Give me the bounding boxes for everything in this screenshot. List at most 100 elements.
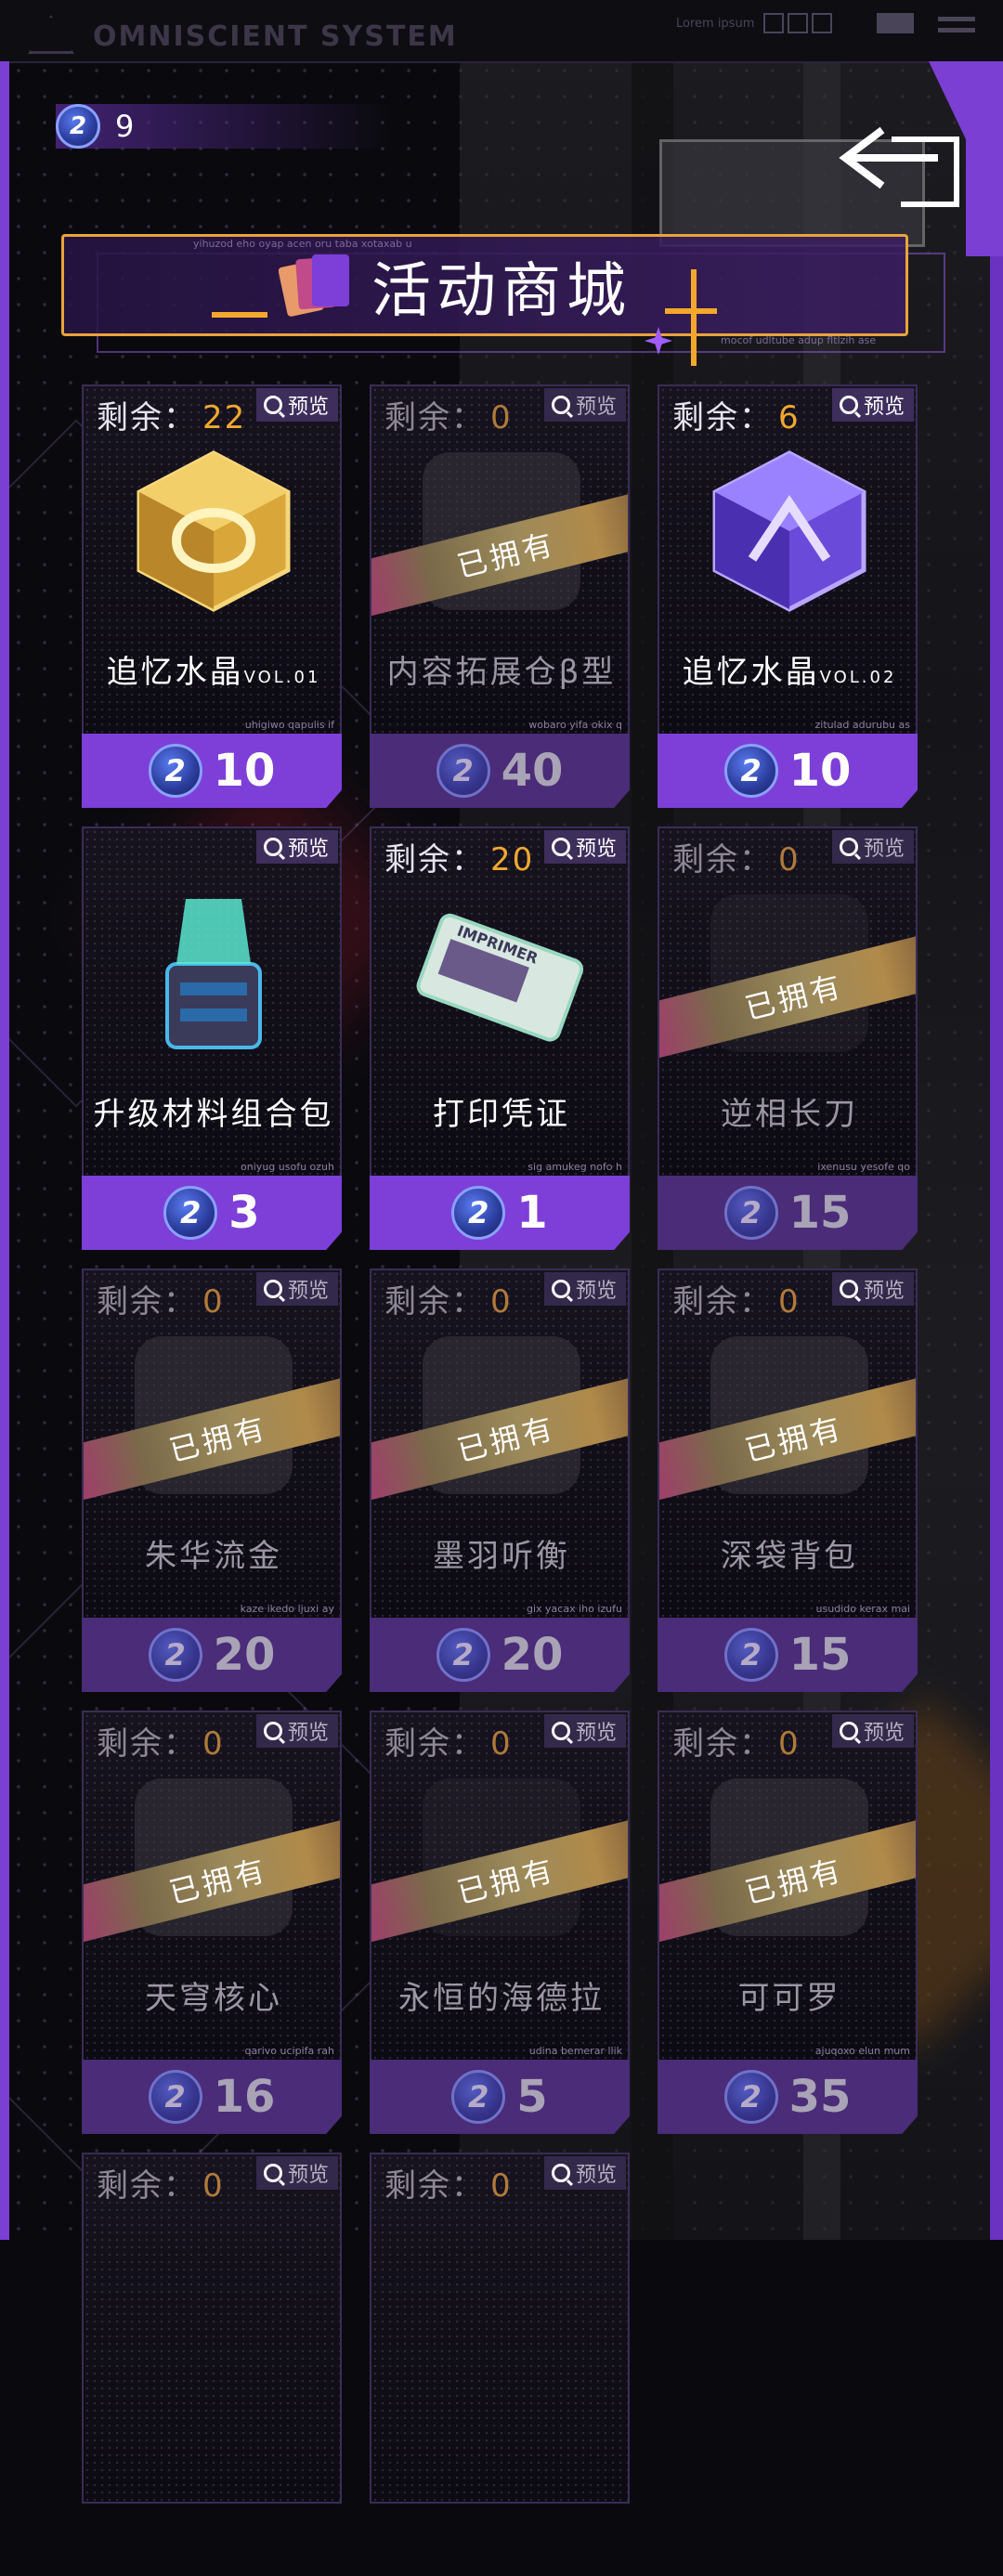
status-square-icon (788, 13, 808, 33)
remaining-label: 剩余： (384, 2167, 485, 2205)
remaining-number: 0 (490, 1725, 513, 1763)
magnifier-icon (263, 2164, 282, 2182)
shop-item-card[interactable]: 剩余： 22 预览 追忆水晶VOL.01 uhigiwo qapulis if 2 10 (82, 384, 342, 808)
shop-item-card[interactable]: 剩余： 0 预览 已拥有 墨羽听衡 gix yacax iho izufu 2 20 (370, 1268, 630, 1692)
buy-button[interactable]: 25 (370, 2060, 630, 2134)
preview-button[interactable]: 预览 (831, 830, 914, 864)
remaining-count: 剩余： 0 (384, 392, 513, 437)
item-name: 朱华流金 (84, 1530, 340, 1576)
shop-item-card[interactable]: 剩余： 0 预览 (370, 2153, 630, 2576)
preview-button[interactable]: 预览 (543, 830, 626, 864)
shop-item-card[interactable]: 剩余： 20 预览 IMPRIMER 打印凭证 sig amukeg nofo h 21 (370, 826, 630, 1250)
preview-button[interactable]: 预览 (543, 2156, 626, 2190)
shop-item-card[interactable]: 剩余： 0 预览 已拥有 天穹核心 qarivo ucipifa rah 2 16 (82, 1711, 342, 2134)
frame-left (0, 61, 9, 2240)
item-name: 打印凭证 (371, 1088, 628, 1134)
card-body: 剩余： 0 预览 已拥有 内容拓展仓β型 wobaro yifa okix q (370, 384, 630, 735)
preview-button[interactable]: 预览 (255, 388, 338, 422)
title-caption: mocof udltube adup fltlzih ase (721, 334, 877, 346)
gold-crystal-icon (121, 448, 306, 615)
magnifier-icon (551, 2164, 570, 2182)
remaining-number: 0 (490, 2167, 513, 2205)
buy-button[interactable]: 2 10 (658, 734, 918, 808)
shop-item-card[interactable]: 剩余： 0 预览 已拥有 内容拓展仓β型 wobaro yifa okix q 2 40 (370, 384, 630, 808)
preview-button[interactable]: 预览 (831, 1272, 914, 1306)
buy-button[interactable]: 2 20 (370, 1618, 630, 1692)
buy-button[interactable]: 23 (82, 1176, 342, 1250)
buy-button[interactable]: 2 16 (82, 2060, 342, 2134)
item-caption: uhigiwo qapulis if (244, 719, 334, 731)
system-logo-icon (28, 15, 74, 54)
shop-item-card[interactable]: 剩余： 0 预览 已拥有 深袋背包 usudido kerax mai 2 15 (658, 1268, 918, 1692)
remaining-count: 剩余： 0 (672, 1718, 801, 1763)
gem-coin-icon: 2 (451, 2070, 506, 2124)
gem-coin-icon: 2 (436, 744, 490, 798)
item-name: 墨羽听衡 (371, 1530, 628, 1576)
item-price: 10 (788, 745, 852, 797)
status-text: Lorem ipsum (676, 17, 755, 31)
item-name-text: 追忆水晶 (106, 654, 244, 691)
item-name: 逆相长刀 (659, 1088, 916, 1134)
preview-button[interactable]: 预览 (255, 830, 338, 864)
buy-button[interactable]: 2 15 (658, 1618, 918, 1692)
shop-item-card[interactable]: 剩余： 6 预览 追忆水晶VOL.02 zitulad adurubu as 2 10 (658, 384, 918, 808)
item-price: 10 (213, 745, 276, 797)
preview-button[interactable]: 预览 (543, 1272, 626, 1306)
remaining-count: 剩余： 22 (97, 392, 246, 437)
shop-item-card[interactable]: 剩余： 0 预览 已拥有 可可罗 ajuqoxo elun mum 2 35 (658, 1711, 918, 2134)
magnifier-icon (839, 1722, 858, 1740)
buy-button[interactable]: 2 15 (658, 1176, 918, 1250)
remaining-count: 剩余： 0 (384, 1718, 513, 1763)
card-body: 预览 升级材料组合包 oniyug usofu ozuh (82, 826, 342, 1177)
shop-item-card[interactable]: 剩余： 0 预览 (82, 2153, 342, 2576)
item-name-text: 朱华流金 (145, 1538, 282, 1575)
item-name: 内容拓展仓β型 (371, 646, 628, 692)
card-body: 剩余： 6 预览 追忆水晶VOL.02 zitulad adurubu as (658, 384, 918, 735)
purple-crystal-icon (697, 448, 882, 615)
buy-button[interactable]: 2 40 (370, 734, 630, 808)
remaining-count: 剩余： 0 (384, 1276, 513, 1321)
buy-button[interactable]: 2 10 (82, 734, 342, 808)
buy-button[interactable]: 21 (370, 1176, 630, 1250)
magnifier-icon (839, 396, 858, 414)
buy-button[interactable]: 2 20 (82, 1618, 342, 1692)
status-bar-icon (938, 17, 975, 21)
gem-coin-icon: 2 (163, 1186, 218, 1240)
remaining-number: 0 (202, 1283, 225, 1321)
remaining-label: 剩余： (384, 1283, 485, 1321)
currency-amount: 9 (115, 109, 135, 144)
card-body: 剩余： 22 预览 追忆水晶VOL.01 uhigiwo qapulis if (82, 384, 342, 735)
remaining-count: 剩余： 20 (384, 834, 534, 879)
preview-button[interactable]: 预览 (831, 388, 914, 422)
preview-label: 预览 (575, 2164, 617, 2187)
gem-coin-icon: 2 (723, 744, 778, 798)
remaining-label: 剩余： (97, 2167, 197, 2205)
preview-label: 预览 (863, 838, 905, 861)
preview-button[interactable]: 预览 (255, 2156, 338, 2190)
item-name-text: 升级材料组合包 (93, 1096, 334, 1133)
shop-item-card[interactable]: 剩余： 0 预览 已拥有 逆相长刀 ixenusu yesofe qo 2 15 (658, 826, 918, 1250)
card-body: 剩余： 0 预览 已拥有 朱华流金 kaze ikedo ljuxi ay (82, 1268, 342, 1620)
shop-item-card[interactable]: 剩余： 0 预览 已拥有 永恒的海德拉 udina bemerar llik 2 5 (370, 1711, 630, 2134)
magnifier-icon (551, 396, 570, 414)
card-body: 剩余： 0 预览 已拥有 可可罗 ajuqoxo elun mum (658, 1711, 918, 2062)
item-name: 追忆水晶VOL.02 (659, 646, 916, 692)
remaining-label: 剩余： (97, 1725, 197, 1763)
preview-button[interactable]: 预览 (831, 1714, 914, 1748)
remaining-label: 剩余： (384, 841, 485, 878)
remaining-label: 剩余： (384, 1725, 485, 1763)
buy-button[interactable]: 2 35 (658, 2060, 918, 2134)
preview-button[interactable]: 预览 (543, 1714, 626, 1748)
card-body: 剩余： 0 预览 已拥有 逆相长刀 ixenusu yesofe qo (658, 826, 918, 1177)
shop-item-card[interactable]: 剩余： 0 预览 已拥有 朱华流金 kaze ikedo ljuxi ay 2 20 (82, 1268, 342, 1692)
back-button[interactable] (836, 111, 966, 214)
status-square-icon (763, 13, 784, 33)
gem-coin-icon: 2 (148, 1628, 202, 1682)
magnifier-icon (263, 396, 282, 414)
title-decoration (691, 269, 697, 366)
preview-button[interactable]: 预览 (255, 1714, 338, 1748)
preview-button[interactable]: 预览 (255, 1272, 338, 1306)
shop-item-card[interactable]: 预览 升级材料组合包 oniyug usofu ozuh 2 3 (82, 826, 342, 1250)
gem-coin-icon: 2 (723, 1186, 778, 1240)
preview-button[interactable]: 预览 (543, 388, 626, 422)
